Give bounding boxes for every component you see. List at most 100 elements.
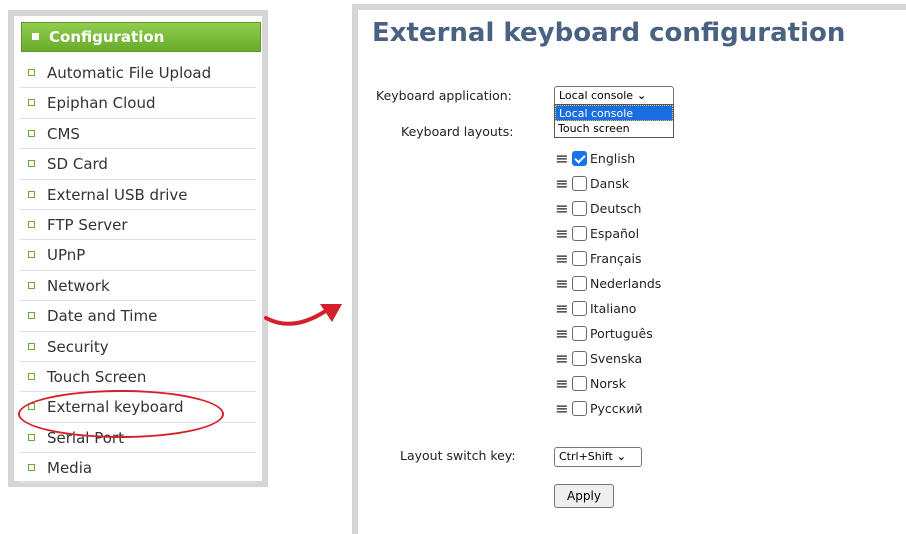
- layout-switch-key-value: Ctrl+Shift: [559, 450, 613, 463]
- chevron-down-icon: ⌄: [637, 89, 647, 102]
- sidebar-item-label: Network: [47, 276, 110, 295]
- sidebar-item-touch-screen[interactable]: Touch Screen: [20, 362, 256, 393]
- square-bullet-icon: [32, 33, 39, 40]
- layout-row-dansk[interactable]: ≡ Dansk: [554, 171, 661, 196]
- layout-checkbox[interactable]: [572, 376, 587, 391]
- sidebar-menu: Automatic File Upload Epiphan Cloud CMS …: [20, 58, 256, 484]
- sidebar-item-epiphan-cloud[interactable]: Epiphan Cloud: [20, 88, 256, 119]
- layout-checkbox[interactable]: [572, 276, 587, 291]
- dropdown-option-touch-screen[interactable]: Touch screen: [555, 121, 673, 137]
- sidebar-item-upnp[interactable]: UPnP: [20, 240, 256, 271]
- keyboard-application-select[interactable]: Local console ⌄: [554, 86, 674, 106]
- curved-arrow-icon: [264, 304, 342, 326]
- page-title: External keyboard configuration: [372, 18, 846, 48]
- bullet-icon: [28, 69, 35, 76]
- drag-handle-icon[interactable]: ≡: [554, 149, 570, 168]
- sidebar-item-label: External keyboard: [47, 398, 184, 417]
- layout-row-nederlands[interactable]: ≡ Nederlands: [554, 271, 661, 296]
- drag-handle-icon[interactable]: ≡: [554, 249, 570, 268]
- bullet-icon: [28, 312, 35, 320]
- sidebar-item-label: Date and Time: [47, 307, 158, 326]
- sidebar-item-security[interactable]: Security: [20, 332, 256, 362]
- sidebar-item-external-keyboard[interactable]: External keyboard: [20, 392, 256, 423]
- layout-checkbox[interactable]: [572, 226, 587, 241]
- sidebar-item-date-and-time[interactable]: Date and Time: [20, 301, 256, 332]
- sidebar-item-label: Touch Screen: [47, 367, 147, 386]
- sidebar-item-label: UPnP: [47, 246, 86, 265]
- layout-checkbox[interactable]: [572, 151, 587, 166]
- layout-checkbox[interactable]: [572, 351, 587, 366]
- bullet-icon: [28, 433, 35, 441]
- sidebar-item-label: Automatic File Upload: [47, 64, 212, 82]
- layout-label: Deutsch: [590, 201, 642, 216]
- drag-handle-icon[interactable]: ≡: [554, 399, 570, 418]
- keyboard-layouts-label: Keyboard layouts:: [401, 124, 514, 139]
- layout-label: Italiano: [590, 301, 637, 316]
- keyboard-layouts-list: ≡ English ≡ Dansk ≡ Deutsch ≡ Español ≡ Franç…: [554, 146, 661, 421]
- layout-switch-key-select[interactable]: Ctrl+Shift ⌄: [554, 447, 642, 467]
- bullet-icon: [28, 372, 35, 380]
- layout-label: Svenska: [590, 351, 643, 366]
- bullet-icon: [28, 251, 35, 259]
- drag-handle-icon[interactable]: ≡: [554, 374, 570, 393]
- layout-label: Русский: [590, 401, 643, 416]
- layout-switch-key-label: Layout switch key:: [400, 448, 516, 463]
- sidebar-header-configuration[interactable]: Configuration: [21, 22, 261, 52]
- bullet-icon: [28, 403, 35, 411]
- drag-handle-icon[interactable]: ≡: [554, 224, 570, 243]
- layout-label: Dansk: [590, 176, 629, 191]
- sidebar-item-media[interactable]: Media: [20, 453, 256, 484]
- keyboard-application-label: Keyboard application:: [376, 88, 512, 103]
- layout-checkbox[interactable]: [572, 326, 587, 341]
- layout-row-english[interactable]: ≡ English: [554, 146, 661, 171]
- layout-row-norsk[interactable]: ≡ Norsk: [554, 371, 661, 396]
- sidebar-item-external-usb-drive[interactable]: External USB drive: [20, 180, 256, 210]
- sidebar-item-label: SD Card: [47, 155, 108, 174]
- sidebar-item-label: CMS: [47, 124, 80, 143]
- keyboard-application-value: Local console: [559, 89, 634, 102]
- layout-checkbox[interactable]: [572, 401, 587, 416]
- sidebar-item-network[interactable]: Network: [20, 271, 256, 302]
- layout-checkbox[interactable]: [572, 301, 587, 316]
- drag-handle-icon[interactable]: ≡: [554, 299, 570, 318]
- drag-handle-icon[interactable]: ≡: [554, 274, 570, 293]
- layout-checkbox[interactable]: [572, 201, 587, 216]
- sidebar-item-serial-port[interactable]: Serial Port: [20, 423, 256, 454]
- layout-label: Português: [590, 326, 653, 341]
- chevron-down-icon: ⌄: [616, 450, 627, 463]
- layout-row-russian[interactable]: ≡ Русский: [554, 396, 661, 421]
- sidebar-item-label: Media: [47, 459, 93, 478]
- layout-checkbox[interactable]: [572, 251, 587, 266]
- drag-handle-icon[interactable]: ≡: [554, 199, 570, 218]
- sidebar-item-sd-card[interactable]: SD Card: [20, 149, 256, 180]
- sidebar-item-label: Security: [47, 337, 109, 356]
- layout-label: English: [590, 151, 636, 166]
- bullet-icon: [28, 129, 35, 137]
- drag-handle-icon[interactable]: ≡: [554, 174, 570, 193]
- layout-checkbox[interactable]: [572, 176, 587, 191]
- layout-row-portugues[interactable]: ≡ Português: [554, 321, 661, 346]
- layout-row-deutsch[interactable]: ≡ Deutsch: [554, 196, 661, 221]
- layout-row-italiano[interactable]: ≡ Italiano: [554, 296, 661, 321]
- drag-handle-icon[interactable]: ≡: [554, 324, 570, 343]
- bullet-icon: [28, 99, 35, 107]
- keyboard-config-panel: External keyboard configuration Keyboard…: [352, 4, 906, 534]
- bullet-icon: [28, 281, 35, 289]
- sidebar-panel: Configuration Automatic File Upload Epip…: [8, 10, 268, 487]
- dropdown-option-local-console[interactable]: Local console: [555, 105, 673, 121]
- layout-row-svenska[interactable]: ≡ Svenska: [554, 346, 661, 371]
- layout-row-francais[interactable]: ≡ Français: [554, 246, 661, 271]
- sidebar-item-label: Epiphan Cloud: [47, 94, 156, 113]
- sidebar-item-ftp-server[interactable]: FTP Server: [20, 210, 256, 241]
- sidebar-item-automatic-file-upload[interactable]: Automatic File Upload: [20, 58, 256, 89]
- bullet-icon: [28, 464, 35, 472]
- layout-row-espanol[interactable]: ≡ Español: [554, 221, 661, 246]
- bullet-icon: [28, 342, 35, 350]
- sidebar-item-label: Serial Port: [47, 428, 124, 447]
- sidebar-item-label: External USB drive: [47, 185, 188, 204]
- sidebar-item-label: FTP Server: [47, 215, 128, 234]
- sidebar-item-cms[interactable]: CMS: [20, 119, 256, 150]
- layout-label: Français: [590, 251, 642, 266]
- apply-button[interactable]: Apply: [554, 484, 614, 508]
- drag-handle-icon[interactable]: ≡: [554, 349, 570, 368]
